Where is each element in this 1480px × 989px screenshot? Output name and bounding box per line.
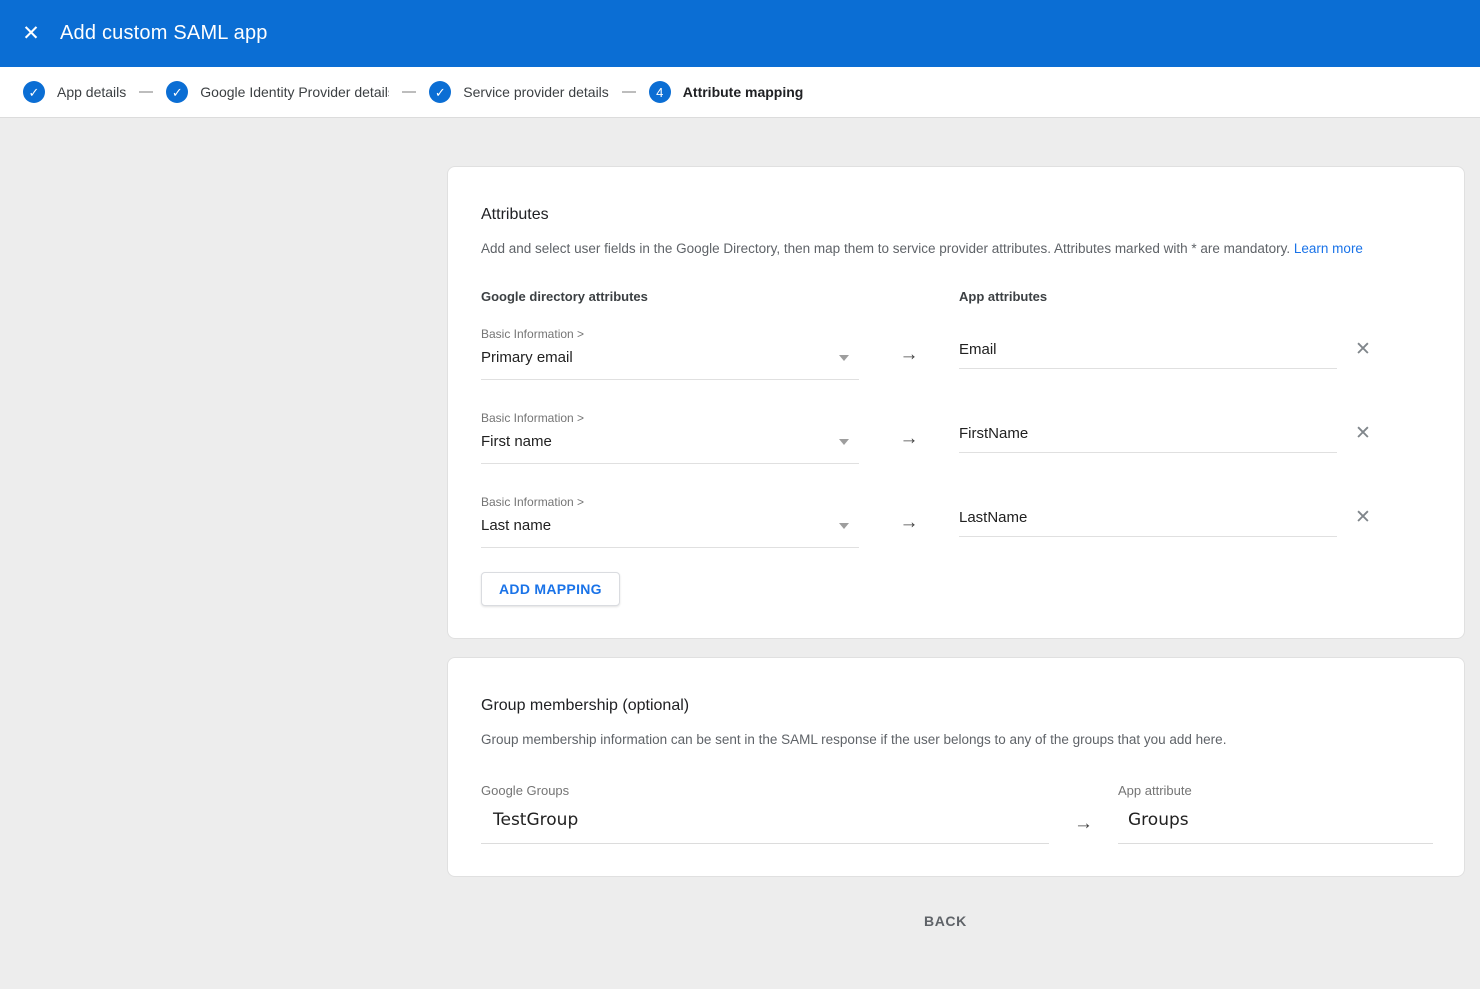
dropdown-arrow-icon: [839, 439, 849, 445]
right-arrow-icon: →: [900, 428, 919, 464]
mapping-arrow-cell: →: [859, 495, 959, 548]
mapping-arrow-cell: →: [859, 327, 959, 380]
step-complete-icon: ✓: [429, 81, 451, 103]
step-attribute-mapping[interactable]: 4 Attribute mapping: [649, 81, 804, 103]
group-app-attribute-input[interactable]: [1118, 810, 1433, 844]
app-attribute-field: [959, 425, 1337, 453]
mapping-column-headers: Google directory attributes App attribut…: [481, 289, 1431, 304]
step-label: Google Identity Provider details: [200, 84, 389, 100]
step-separator: [402, 91, 416, 93]
attributes-card-description: Add and select user fields in the Google…: [481, 239, 1431, 259]
group-mapping-row: Google Groups TestGroup → App attribute: [481, 783, 1431, 844]
app-attribute-field: [959, 341, 1337, 369]
app-attribute-input[interactable]: [959, 509, 1337, 533]
google-attribute-select[interactable]: Basic Information > Primary email: [481, 327, 859, 380]
app-attributes-header: App attributes: [959, 289, 1337, 304]
mapping-row: Basic Information > Primary email → ✕: [481, 327, 1431, 380]
dropdown-arrow-icon: [839, 523, 849, 529]
google-attribute-select[interactable]: Basic Information > First name: [481, 411, 859, 464]
google-groups-value[interactable]: TestGroup: [481, 810, 1049, 844]
step-app-details[interactable]: ✓ App details: [23, 81, 126, 103]
app-attribute-field: [959, 509, 1337, 537]
attributes-card-title: Attributes: [481, 206, 1431, 224]
back-button[interactable]: BACK: [918, 912, 973, 930]
learn-more-link[interactable]: Learn more: [1294, 241, 1363, 256]
attributes-card: Attributes Add and select user fields in…: [447, 166, 1465, 639]
google-groups-field: Google Groups TestGroup: [481, 783, 1049, 844]
remove-mapping-icon[interactable]: ✕: [1355, 508, 1371, 527]
app-attribute-label: App attribute: [1118, 783, 1433, 798]
main-content: Attributes Add and select user fields in…: [0, 118, 1480, 939]
step-label: Attribute mapping: [683, 84, 804, 100]
group-membership-description: Group membership information can be sent…: [481, 730, 1431, 750]
mapping-row: Basic Information > First name → ✕: [481, 411, 1431, 464]
wizard-stepper: ✓ App details ✓ Google Identity Provider…: [0, 67, 1480, 118]
mapping-row: Basic Information > Last name → ✕: [481, 495, 1431, 548]
right-arrow-icon: →: [900, 512, 919, 548]
step-google-idp-details[interactable]: ✓ Google Identity Provider details: [166, 81, 389, 103]
remove-mapping-cell: ✕: [1337, 327, 1431, 380]
arrow-column-spacer: [859, 289, 959, 304]
dialog-title: Add custom SAML app: [60, 22, 268, 45]
google-attribute-select[interactable]: Basic Information > Last name: [481, 495, 859, 548]
wizard-footer: BACK CANCEL FINISH: [894, 903, 1480, 939]
close-icon[interactable]: ✕: [19, 22, 43, 46]
selected-google-attribute: Primary email: [481, 349, 859, 366]
remove-mapping-cell: ✕: [1337, 411, 1431, 464]
group-app-attribute-field: App attribute: [1118, 783, 1433, 844]
right-arrow-icon: →: [900, 344, 919, 380]
remove-mapping-cell: ✕: [1337, 495, 1431, 548]
mapping-arrow-cell: →: [859, 411, 959, 464]
selected-google-attribute: First name: [481, 433, 859, 450]
attribute-category-label: Basic Information >: [481, 411, 859, 425]
attributes-description-text: Add and select user fields in the Google…: [481, 241, 1290, 256]
step-number-badge: 4: [649, 81, 671, 103]
remove-mapping-icon[interactable]: ✕: [1355, 340, 1371, 359]
selected-google-attribute: Last name: [481, 517, 859, 534]
group-membership-title: Group membership (optional): [481, 697, 1431, 715]
step-label: Service provider details: [463, 84, 609, 100]
dropdown-arrow-icon: [839, 355, 849, 361]
remove-column-spacer: [1337, 289, 1431, 304]
step-label: App details: [57, 84, 126, 100]
app-bar: ✕ Add custom SAML app: [0, 0, 1480, 67]
step-service-provider-details[interactable]: ✓ Service provider details: [429, 81, 609, 103]
step-separator: [622, 91, 636, 93]
app-attribute-input[interactable]: [959, 425, 1337, 449]
remove-mapping-icon[interactable]: ✕: [1355, 424, 1371, 443]
right-arrow-icon: →: [1074, 813, 1093, 844]
google-groups-label: Google Groups: [481, 783, 1049, 798]
attribute-category-label: Basic Information >: [481, 327, 859, 341]
google-directory-attributes-header: Google directory attributes: [481, 289, 859, 304]
app-attribute-input[interactable]: [959, 341, 1337, 365]
step-complete-icon: ✓: [166, 81, 188, 103]
step-complete-icon: ✓: [23, 81, 45, 103]
step-separator: [139, 91, 153, 93]
attribute-category-label: Basic Information >: [481, 495, 859, 509]
group-arrow-cell: →: [1049, 783, 1118, 844]
add-mapping-button[interactable]: ADD MAPPING: [481, 572, 620, 606]
group-membership-card: Group membership (optional) Group member…: [447, 657, 1465, 877]
